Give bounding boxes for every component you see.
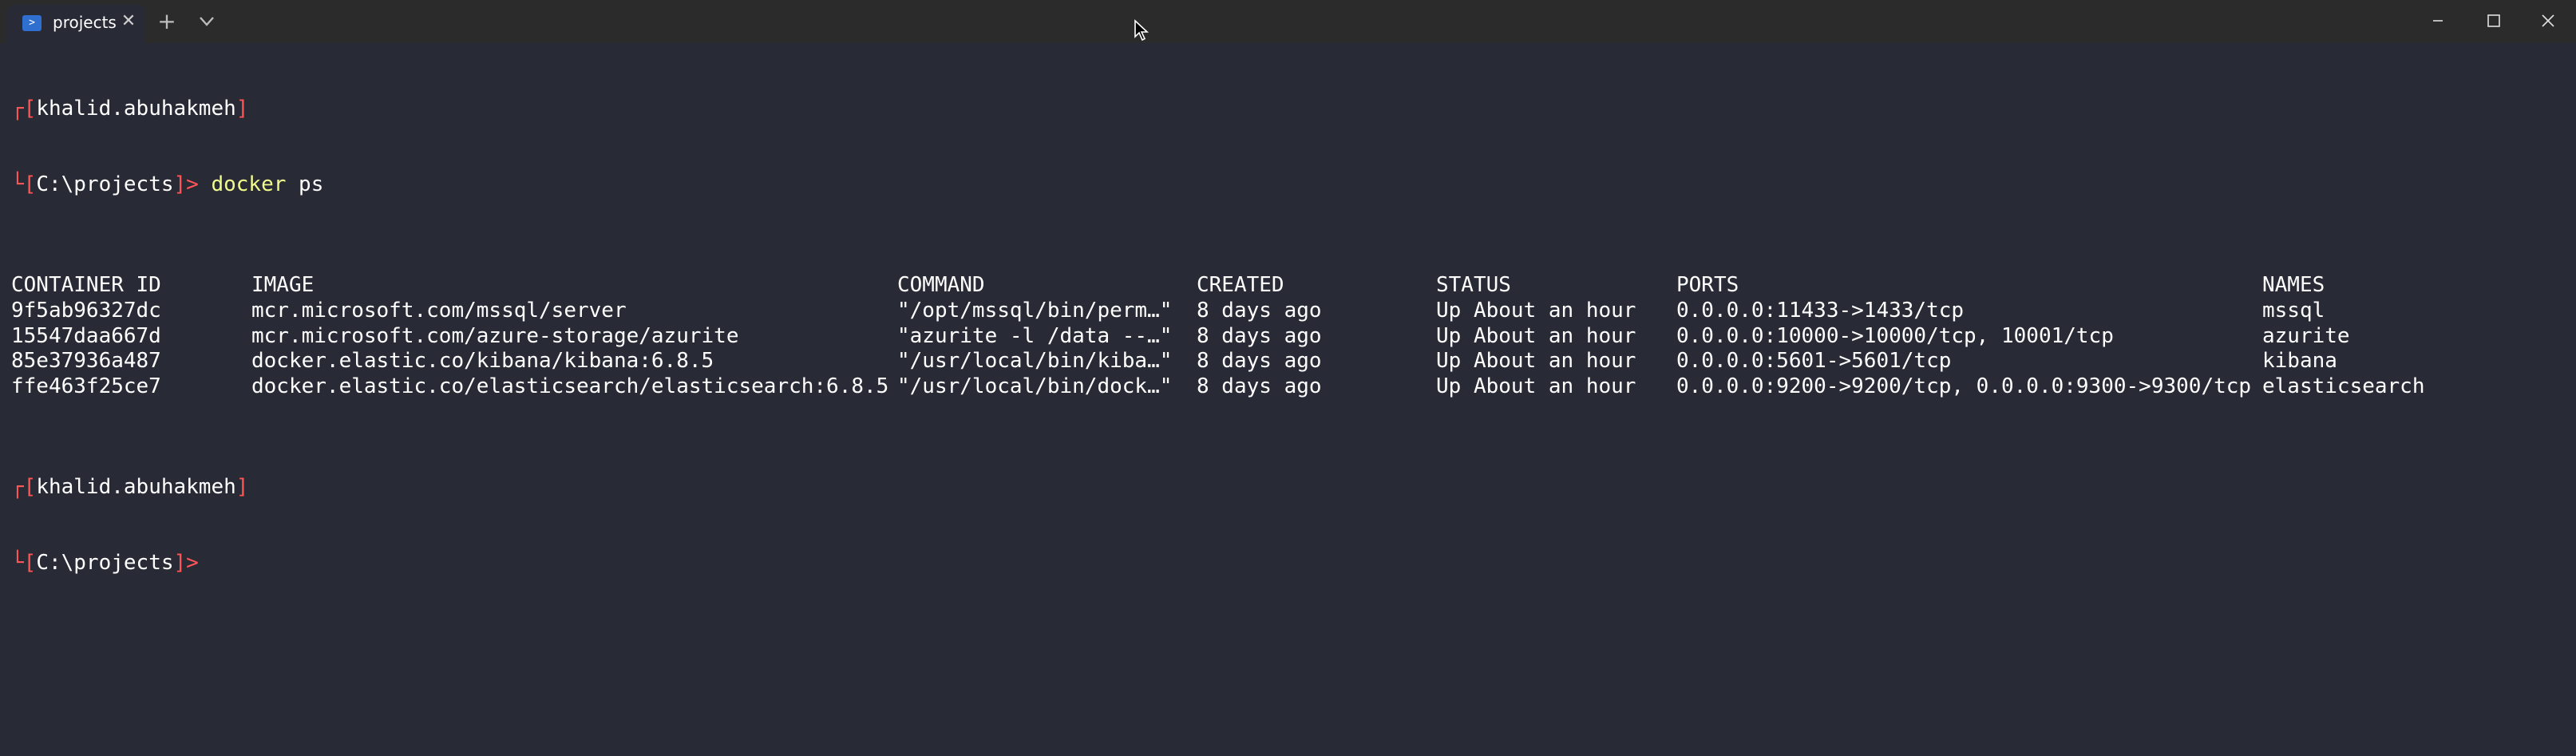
- header-ports: PORTS: [1676, 273, 1739, 298]
- cell-ports: 0.0.0.0:11433->1433/tcp: [1676, 298, 1965, 323]
- header-command: COMMAND: [897, 273, 985, 298]
- prompt-user-line: ┌[khalid.abuhakmeh]: [11, 97, 249, 121]
- new-tab-icon[interactable]: +: [155, 10, 179, 34]
- table-row: 15547daa667d mcr.microsoft.com/azure-stor…: [11, 323, 2350, 350]
- docker-ps-table: CONTAINER ID IMAGE COMMAND CREATED STATUS POR…: [11, 273, 2425, 400]
- cell-created: 8 days ago: [1197, 374, 1322, 398]
- prompt-path-line: └[C:\projects]> docker ps: [11, 172, 324, 196]
- cell-command: "/usr/local/bin/dock…": [897, 374, 1173, 398]
- cell-ports: 0.0.0.0:9200->9200/tcp, 0.0.0.0:9300->93…: [1676, 374, 2252, 398]
- cell-created: 8 days ago: [1197, 323, 1322, 348]
- minimize-icon[interactable]: [2414, 5, 2462, 37]
- header-names: NAMES: [2262, 273, 2325, 298]
- powershell-icon: >: [22, 15, 42, 31]
- cell-command: "azurite -l /data --…": [897, 323, 1173, 348]
- cell-ports: 0.0.0.0:5601->5601/tcp: [1676, 349, 1952, 374]
- cell-names: kibana: [2262, 349, 2337, 374]
- terminal-output[interactable]: ┌[khalid.abuhakmeh] └[C:\projects]> dock…: [11, 46, 2425, 601]
- cell-container-id: 15547daa667d: [11, 323, 161, 348]
- prompt-path-line: └[C:\projects]>: [11, 550, 199, 575]
- header-status: STATUS: [1436, 273, 1511, 298]
- cell-status: Up About an hour: [1436, 349, 1636, 374]
- chevron-down-icon[interactable]: [195, 11, 219, 32]
- cell-command: "/usr/local/bin/kiba…": [897, 349, 1173, 374]
- header-container-id: CONTAINER ID: [11, 273, 161, 298]
- table-row: 9f5ab96327dc mcr.microsoft.com/mssql/serv…: [11, 298, 2325, 324]
- cell-image: docker.elastic.co/kibana/kibana:6.8.5: [251, 349, 714, 374]
- cell-image: docker.elastic.co/elasticsearch/elastics…: [251, 374, 889, 398]
- command-args: ps: [299, 172, 324, 196]
- cell-ports: 0.0.0.0:10000->10000/tcp, 10001/tcp: [1676, 323, 2114, 348]
- cell-command: "/opt/mssql/bin/perm…": [897, 298, 1173, 323]
- prompt-user-line: ┌[khalid.abuhakmeh]: [11, 475, 249, 500]
- prompt-username: khalid.abuhakmeh: [36, 97, 236, 121]
- command-name: docker: [211, 172, 287, 196]
- table-header: CONTAINER ID IMAGE COMMAND CREATED STATUS POR…: [11, 273, 2325, 299]
- table-row: 85e37936a487 docker.elastic.co/kibana/kib…: [11, 349, 2337, 374]
- prompt-path: C:\projects: [36, 550, 174, 575]
- prompt-username: khalid.abuhakmeh: [36, 475, 236, 500]
- header-image: IMAGE: [251, 273, 315, 298]
- close-icon[interactable]: [2524, 5, 2572, 37]
- tab-projects[interactable]: > projects ✕: [6, 5, 145, 43]
- cell-names: mssql: [2262, 298, 2325, 323]
- cell-created: 8 days ago: [1197, 349, 1322, 374]
- cell-container-id: 85e37936a487: [11, 349, 161, 374]
- mouse-cursor-icon: [1134, 19, 1151, 42]
- header-created: CREATED: [1197, 273, 1284, 298]
- cell-container-id: ffe463f25ce7: [11, 374, 161, 398]
- cell-status: Up About an hour: [1436, 298, 1636, 323]
- cell-status: Up About an hour: [1436, 374, 1636, 398]
- title-bar: > projects ✕ +: [0, 0, 2576, 43]
- tab-close-icon[interactable]: ✕: [118, 11, 139, 32]
- cell-container-id: 9f5ab96327dc: [11, 298, 161, 323]
- maximize-icon[interactable]: [2470, 5, 2518, 37]
- prompt-path: C:\projects: [36, 172, 174, 196]
- tab-title: projects: [53, 13, 117, 32]
- cell-names: elasticsearch: [2262, 374, 2425, 398]
- cell-status: Up About an hour: [1436, 323, 1636, 348]
- cell-names: azurite: [2262, 323, 2350, 348]
- table-row: ffe463f25ce7 docker.elastic.co/elasticsea…: [11, 374, 2425, 400]
- cell-image: mcr.microsoft.com/mssql/server: [251, 298, 627, 323]
- cell-image: mcr.microsoft.com/azure-storage/azurite: [251, 323, 739, 348]
- cell-created: 8 days ago: [1197, 298, 1322, 323]
